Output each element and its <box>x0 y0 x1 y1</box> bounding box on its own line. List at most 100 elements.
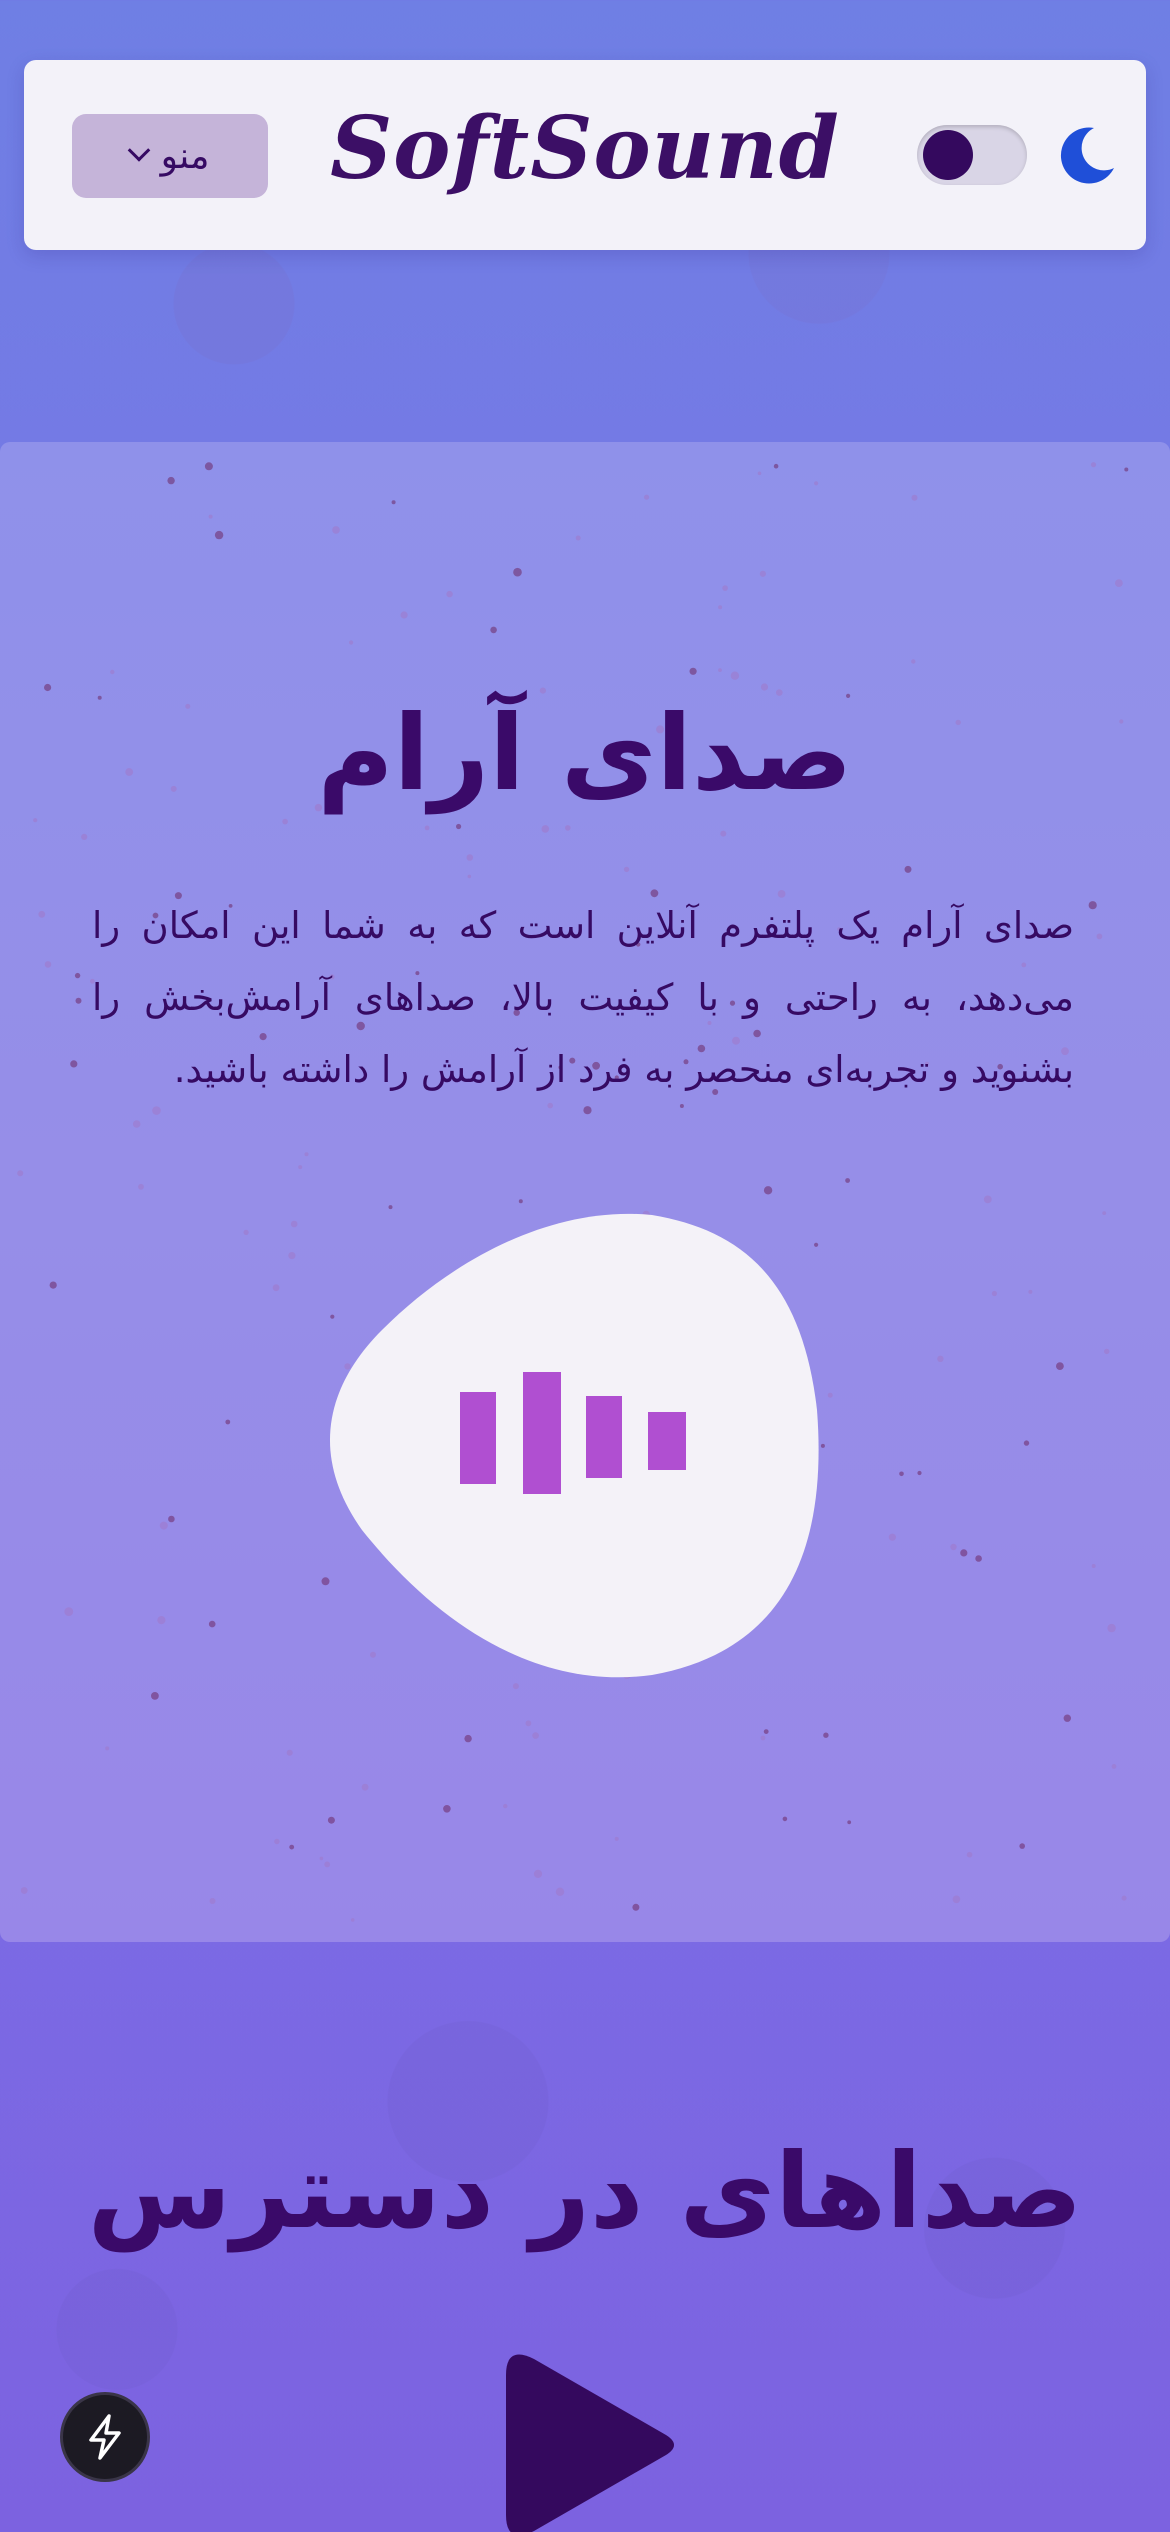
particle <box>512 1683 519 1690</box>
particle <box>464 1734 472 1743</box>
particle <box>525 1720 532 1727</box>
particle <box>513 567 522 577</box>
particle <box>391 500 396 505</box>
hero-section: صدای آرام صدای آرام یک پلتفرم آنلاین است… <box>0 442 1170 1942</box>
particle <box>456 823 462 830</box>
particle <box>204 462 213 471</box>
particle <box>289 1844 295 1850</box>
play-icon[interactable] <box>486 2345 686 2532</box>
available-sounds-title: صداهای در دسترس <box>87 2130 1083 2252</box>
particle <box>952 1895 961 1904</box>
particle <box>757 471 762 476</box>
particle <box>575 535 581 541</box>
particle <box>208 1620 216 1628</box>
particle <box>446 590 453 598</box>
particle <box>286 1749 293 1756</box>
particle <box>466 854 474 861</box>
particle <box>1111 1764 1117 1769</box>
hero-description: صدای آرام یک پلتفرم آنلاین است که به شما… <box>92 904 1074 1091</box>
particle <box>400 611 408 619</box>
hero-title: صدای آرام <box>317 692 853 814</box>
particle <box>350 1918 355 1922</box>
particle <box>911 659 916 664</box>
particle <box>467 874 472 879</box>
particle <box>75 997 82 1004</box>
particle <box>904 865 912 873</box>
particle <box>70 1060 78 1068</box>
particle <box>274 1838 280 1845</box>
particle <box>718 668 722 672</box>
particle <box>1121 1895 1127 1901</box>
particle <box>151 1692 159 1700</box>
particle <box>565 825 571 831</box>
lightning-icon <box>89 2414 121 2460</box>
particle <box>1096 933 1103 940</box>
particle <box>208 514 213 519</box>
particle <box>324 1861 331 1868</box>
particle <box>1124 467 1129 472</box>
particle <box>991 1290 998 1297</box>
particle <box>33 818 38 823</box>
particle <box>644 494 650 500</box>
particle <box>17 1170 24 1177</box>
moon-icon[interactable] <box>1054 124 1118 188</box>
particle <box>518 1199 523 1204</box>
particle <box>319 1856 324 1861</box>
quick-action-button[interactable] <box>60 2392 150 2482</box>
particle <box>827 1392 833 1398</box>
particle <box>975 1555 982 1562</box>
particle <box>950 1543 957 1551</box>
particle <box>583 1106 592 1115</box>
particle <box>138 1183 144 1190</box>
particle <box>533 1869 543 1878</box>
particle <box>917 1470 922 1476</box>
particle <box>349 640 354 645</box>
particle <box>722 585 728 591</box>
particle <box>167 476 175 485</box>
particle <box>937 1355 944 1362</box>
particle <box>157 1616 166 1625</box>
particle <box>1088 901 1097 910</box>
particle <box>730 671 740 680</box>
particle <box>105 1746 110 1751</box>
particle <box>1091 1564 1096 1568</box>
particle <box>243 1229 249 1235</box>
theme-toggle[interactable] <box>917 125 1027 185</box>
particle <box>814 481 819 486</box>
particle <box>966 1851 973 1858</box>
particle <box>847 1820 852 1825</box>
particle <box>782 1816 788 1822</box>
particle <box>1023 1440 1030 1446</box>
particle <box>983 1195 992 1204</box>
blob-shape <box>329 1213 819 1678</box>
particle <box>1090 462 1097 468</box>
particle <box>888 1533 897 1541</box>
particle <box>911 494 918 501</box>
particle <box>1107 1623 1116 1633</box>
particle <box>327 1816 335 1824</box>
particle <box>74 972 81 979</box>
particle <box>1019 1843 1025 1849</box>
particle <box>623 866 630 873</box>
sound-blob-logo[interactable] <box>322 1210 826 1680</box>
particle <box>759 570 767 577</box>
particle <box>718 605 723 610</box>
particle <box>443 1805 451 1813</box>
toggle-knob <box>923 130 973 180</box>
particle <box>214 530 224 540</box>
particle <box>159 1521 168 1530</box>
particle <box>773 463 779 469</box>
particle <box>720 830 727 837</box>
particles-background <box>17 462 1129 1922</box>
particle <box>49 1281 57 1289</box>
particle <box>845 1178 850 1183</box>
particle <box>760 683 769 691</box>
particle <box>763 1729 769 1734</box>
particle <box>132 1120 141 1128</box>
particle <box>1028 1289 1033 1294</box>
particle <box>304 1152 309 1157</box>
particle <box>168 1515 175 1523</box>
particle <box>490 626 497 634</box>
particle <box>225 1419 231 1425</box>
particle <box>1104 1348 1110 1355</box>
